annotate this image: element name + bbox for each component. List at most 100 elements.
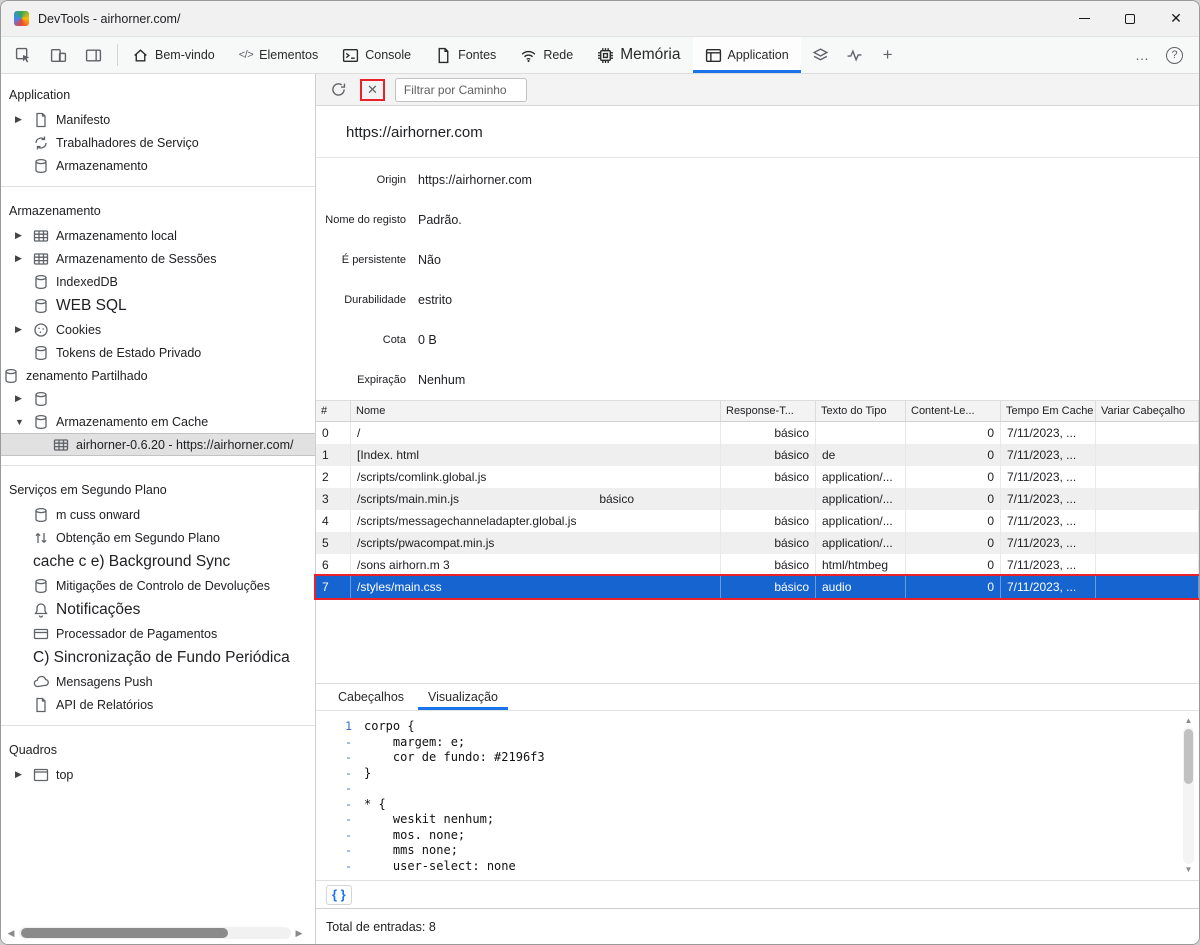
close-button[interactable]: ✕ (1153, 1, 1199, 36)
table-row-0[interactable]: 0/básico07/11/2023, ... (316, 422, 1199, 444)
arrow-down-icon[interactable]: ▼ (15, 417, 33, 427)
meta-cota: Cota0 B (316, 320, 1199, 360)
cell-tempo: 7/11/2023, ... (1001, 554, 1096, 576)
more-tabs-button[interactable]: + (877, 45, 899, 65)
tab-bem-vindo[interactable]: Bem-vindo (120, 37, 227, 73)
close-icon: ✕ (1170, 10, 1182, 27)
column-header-4[interactable]: Content-Le... (906, 401, 1001, 421)
scroll-left-icon[interactable]: ◀ (5, 928, 17, 939)
sidebar-item-reporting-api[interactable]: API de Relatórios (1, 693, 315, 716)
sidebar-item-cache-storage[interactable]: ▼ Armazenamento em Cache (1, 410, 315, 433)
more-options-button[interactable]: … (1135, 47, 1150, 63)
tab-visualizacao[interactable]: Visualização (418, 685, 508, 710)
code-line-1: 1corpo { (328, 719, 1199, 735)
line-number: - (328, 812, 364, 828)
sidebar-item-payment-handler[interactable]: Processador de Pagamentos (1, 622, 315, 645)
sidebar-item-manifesto[interactable]: ▶Manifesto (1, 108, 315, 131)
tab-elementos[interactable]: </>Elementos (227, 37, 330, 73)
arrow-right-icon[interactable]: ▶ (15, 253, 33, 264)
hscroll-thumb[interactable] (21, 928, 228, 938)
table-row-5[interactable]: 5/scripts/pwacompat.min.jsbásicoapplicat… (316, 532, 1199, 554)
vscroll-track[interactable] (1183, 727, 1194, 864)
arrow-right-icon[interactable]: ▶ (15, 324, 33, 335)
cell-num: 4 (316, 510, 351, 532)
sidebar-item-background-sync[interactable]: cache c e) Background Sync (1, 549, 315, 574)
tab-fontes[interactable]: Fontes (423, 37, 508, 73)
cell-texto: html/htmbeg (816, 554, 906, 576)
table-row-1[interactable]: 1[Index. htmlbásicode07/11/2023, ... (316, 444, 1199, 466)
code-line-7: - weskit nenhum; (328, 812, 1199, 828)
sidebar-item-cookies[interactable]: ▶ Cookies (1, 318, 315, 341)
filter-input[interactable] (395, 78, 527, 102)
performance-monitor-tab-button[interactable] (843, 43, 867, 67)
scroll-up-icon[interactable]: ▲ (1185, 715, 1193, 727)
dock-side-button[interactable] (81, 43, 105, 67)
sidebar-item-indexeddb[interactable]: IndexedDB (1, 270, 315, 293)
cache-toolbar: ✕ (316, 74, 1199, 106)
sidebar-item-session-storage[interactable]: ▶Armazenamento de Sessões (1, 247, 315, 270)
arrow-right-icon[interactable]: ▶ (15, 393, 33, 404)
refresh-button[interactable] (326, 78, 350, 102)
sidebar-item-notifications[interactable]: Notificações (1, 597, 315, 622)
minimize-button[interactable] (1061, 1, 1107, 36)
sidebar-item-storage-bucket[interactable]: ▶ (1, 387, 315, 410)
scroll-right-icon[interactable]: ▶ (293, 928, 305, 939)
sidebar-item-push-messaging[interactable]: Mensagens Push (1, 670, 315, 693)
sidebar-item-service-workers[interactable]: Trabalhadores de Serviço (1, 131, 315, 154)
sidebar-item-cache-storage-label: Armazenamento em Cache (56, 415, 208, 429)
sidebar-item-bg-unknown[interactable]: m cuss onward (1, 503, 315, 526)
table-empty-space (316, 598, 1199, 683)
table-row-6[interactable]: 6/sons airhorn.m 3básicohtml/htmbeg07/11… (316, 554, 1199, 576)
layers-tab-button[interactable] (809, 43, 833, 67)
tab-application[interactable]: Application (693, 37, 801, 73)
table-row-4[interactable]: 4/scripts/messagechanneladapter.global.j… (316, 510, 1199, 532)
sidebar-item-frame-top[interactable]: ▶top (1, 763, 315, 786)
column-header-0[interactable]: # (316, 401, 351, 421)
arrow-right-icon[interactable]: ▶ (15, 230, 33, 241)
tab-cabecalhos[interactable]: Cabeçalhos (328, 685, 414, 710)
sidebar-item-storage[interactable]: Armazenamento (1, 154, 315, 177)
column-header-5[interactable]: Tempo Em Cache (1001, 401, 1096, 421)
maximize-button[interactable] (1107, 1, 1153, 36)
sidebar-item-cookies-label: Cookies (56, 323, 101, 337)
meta-durabilidade: Durabilidadeestrito (316, 280, 1199, 320)
table-row-7[interactable]: 7/styles/main.cssbásicoaudio07/11/2023, … (316, 576, 1199, 598)
sidebar-item-private-state-tokens[interactable]: Tokens de Estado Privado (1, 341, 315, 364)
sidebar-item-shared-storage[interactable]: zenamento Partilhado (1, 364, 315, 387)
column-header-1[interactable]: Nome (351, 401, 721, 421)
sidebar-item-background-fetch[interactable]: Obtenção em Segundo Plano (1, 526, 315, 549)
help-button[interactable]: ? (1166, 47, 1183, 64)
table-row-2[interactable]: 2/scripts/comlink.global.jsbásicoapplica… (316, 466, 1199, 488)
cell-content: 0 (906, 510, 1001, 532)
sidebar-item-periodic-background-sync-label: C) Sincronização de Fundo Periódica (33, 649, 290, 667)
cell-response (721, 488, 816, 510)
tab-console[interactable]: Console (330, 37, 423, 73)
sidebar-item-cache-airhorner[interactable]: airhorner-0.6.20 - https://airhorner.com… (1, 433, 315, 456)
column-header-3[interactable]: Texto do Tipo (816, 401, 906, 421)
sidebar-item-web-sql[interactable]: WEB SQL (1, 293, 315, 318)
sidebar-item-periodic-background-sync[interactable]: C) Sincronização de Fundo Periódica (1, 645, 315, 670)
tab-console-label: Console (365, 48, 411, 62)
sidebar-item-bounce-tracking-mitigations[interactable]: Mitigações de Controlo de Devoluções (1, 574, 315, 597)
tab-memoria[interactable]: Memória (585, 37, 692, 73)
application-sidebar: Application▶ManifestoTrabalhadores de Se… (1, 74, 316, 944)
tab-rede[interactable]: Rede (508, 37, 585, 73)
column-header-6[interactable]: Variar Cabeçalho (1096, 401, 1199, 421)
hscroll-track[interactable] (19, 927, 291, 939)
cell-texto: application/... (816, 488, 906, 510)
table-row-3[interactable]: 3/scripts/main.min.jsbásicoapplication/.… (316, 488, 1199, 510)
inspect-element-button[interactable] (11, 43, 35, 67)
column-header-2[interactable]: Response-T... (721, 401, 816, 421)
arrow-right-icon[interactable]: ▶ (15, 769, 33, 780)
sidebar-hscrollbar[interactable]: ◀ ▶ (5, 926, 305, 940)
memory-icon (597, 47, 614, 64)
scroll-down-icon[interactable]: ▼ (1185, 864, 1193, 876)
preview-vscrollbar[interactable]: ▲ ▼ (1182, 715, 1195, 876)
clear-cache-button[interactable]: ✕ (367, 82, 378, 98)
device-toolbar-button[interactable] (46, 43, 70, 67)
arrow-right-icon[interactable]: ▶ (15, 114, 33, 125)
code-preview[interactable]: 1corpo {- margem: e;- cor de fundo: #219… (316, 711, 1199, 880)
format-button[interactable]: { } (326, 885, 352, 905)
vscroll-thumb[interactable] (1184, 729, 1193, 784)
sidebar-item-local-storage[interactable]: ▶Armazenamento local (1, 224, 315, 247)
